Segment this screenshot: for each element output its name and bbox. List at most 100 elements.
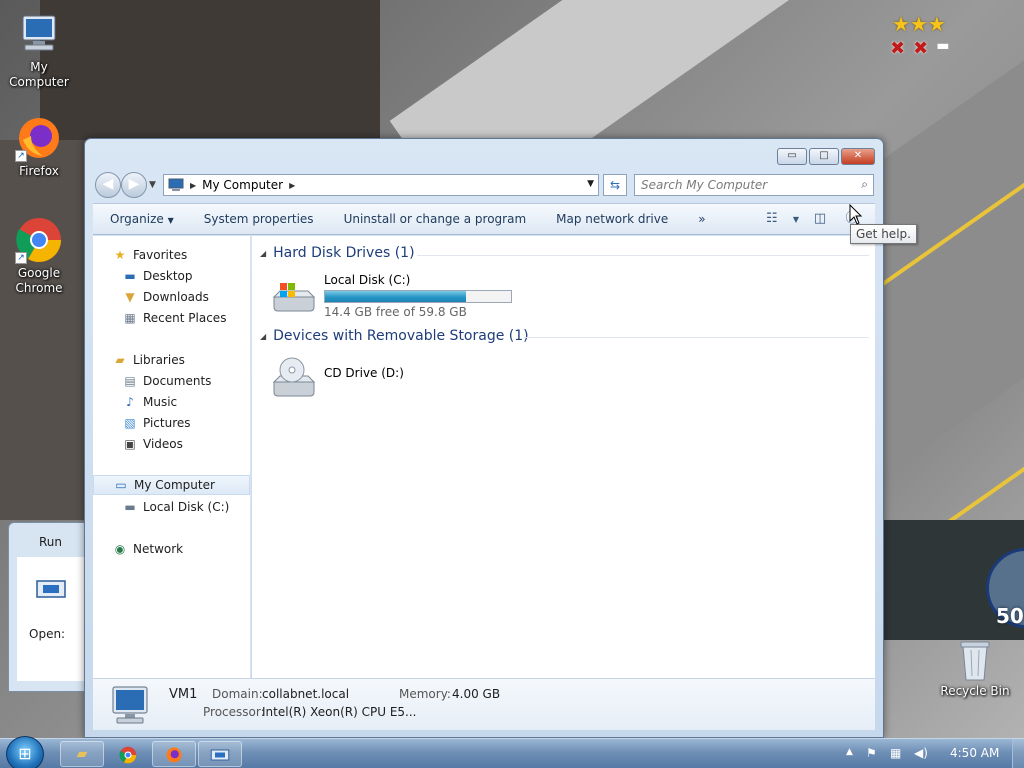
- breadcrumb-arrow-icon[interactable]: ▶: [190, 181, 196, 190]
- nav-label: Favorites: [133, 248, 188, 262]
- breadcrumb-my-computer[interactable]: My Computer: [202, 178, 283, 192]
- firefox-icon: ↗: [15, 114, 63, 162]
- collapse-triangle-icon[interactable]: ◢: [260, 332, 266, 341]
- nav-local-disk[interactable]: ▬ Local Disk (C:): [93, 497, 250, 517]
- wallpaper-building: [40, 0, 380, 140]
- desktop-icon-firefox[interactable]: ↗ Firefox: [2, 114, 76, 179]
- window-controls: ▭ □ ✕: [777, 148, 875, 165]
- hard-drive-icon: ▬: [124, 500, 136, 514]
- hud-car-icon: ▬: [936, 38, 950, 54]
- address-bar[interactable]: ▶ My Computer ▶ ▼: [163, 174, 599, 196]
- nav-libraries[interactable]: ▰ Libraries: [93, 350, 250, 370]
- libraries-icon: ▰: [115, 353, 125, 367]
- memory-label: Memory:: [399, 687, 451, 701]
- run-icon: [36, 580, 66, 598]
- back-arrow-icon: ◀: [102, 176, 114, 192]
- disk-usage-fill: [325, 291, 467, 302]
- back-button[interactable]: ◀: [95, 172, 121, 198]
- refresh-icon: ⇆: [609, 178, 621, 192]
- nav-network[interactable]: ◉ Network: [93, 539, 250, 559]
- hud-icons: ✖ ✖ ▬: [890, 38, 949, 59]
- preview-pane-icon[interactable]: ◫: [809, 210, 831, 228]
- taskbar-chrome[interactable]: [106, 741, 150, 767]
- taskbar-firefox[interactable]: [152, 741, 196, 767]
- firefox-icon: [166, 747, 182, 763]
- show-hidden-icons-icon[interactable]: ▲: [846, 747, 853, 757]
- forward-button[interactable]: ▶: [121, 172, 147, 198]
- nav-pictures[interactable]: ▧ Pictures: [93, 413, 250, 433]
- system-properties-button[interactable]: System properties: [189, 212, 329, 226]
- maximize-button[interactable]: □: [809, 148, 839, 165]
- group-title: Devices with Removable Storage (1): [273, 328, 529, 344]
- more-commands-button[interactable]: »: [683, 212, 720, 226]
- desktop-icon-recycle-bin[interactable]: Recycle Bin: [940, 638, 1010, 699]
- recent-pages-dropdown-icon[interactable]: ▼: [149, 180, 156, 190]
- minimize-button[interactable]: ▭: [777, 148, 807, 165]
- explorer-window[interactable]: ▭ □ ✕ ◀ ▶ ▼ ▶ My Computer ▶ ▼ ⇆ Search M…: [84, 138, 884, 738]
- downloads-folder-icon: ▼: [125, 290, 135, 304]
- navigation-pane: ★ Favorites ▬ Desktop ▼ Downloads ▦ Rece…: [93, 236, 251, 678]
- search-input[interactable]: Search My Computer ⌕: [634, 174, 874, 196]
- nav-label: Local Disk (C:): [143, 500, 230, 514]
- nav-videos[interactable]: ▣ Videos: [93, 434, 250, 454]
- drive-local-disk-c[interactable]: Local Disk (C:) 14.4 GB free of 59.8 GB: [270, 273, 512, 319]
- view-controls: ☷ ▼ ◫ ⓘ: [761, 210, 863, 228]
- group-hard-disk-drives[interactable]: ◢ Hard Disk Drives (1): [260, 245, 415, 261]
- nav-music[interactable]: ♪ Music: [93, 392, 250, 412]
- start-button[interactable]: ⊞: [6, 736, 44, 768]
- uninstall-program-button[interactable]: Uninstall or change a program: [329, 212, 542, 226]
- taskbar-explorer[interactable]: ▰: [60, 741, 104, 767]
- breadcrumb-arrow-icon[interactable]: ▶: [289, 181, 295, 190]
- disk-usage-bar: [324, 290, 512, 303]
- forward-arrow-icon: ▶: [128, 176, 140, 192]
- taskbar-run[interactable]: [198, 741, 242, 767]
- run-dialog-title: Run: [39, 535, 63, 549]
- desktop-icon-my-computer[interactable]: My Computer: [2, 10, 76, 90]
- nav-desktop[interactable]: ▬ Desktop: [93, 266, 250, 286]
- refresh-button[interactable]: ⇆: [603, 174, 627, 196]
- desktop-icon-chrome[interactable]: ↗ Google Chrome: [2, 216, 76, 296]
- network-tray-icon[interactable]: ▦: [890, 746, 901, 760]
- action-center-icon[interactable]: ⚑: [866, 746, 877, 760]
- search-icon[interactable]: ⌕: [861, 177, 868, 192]
- drive-cd-d[interactable]: CD Drive (D:): [270, 356, 404, 400]
- change-view-icon[interactable]: ☷: [761, 210, 783, 228]
- show-desktop-button[interactable]: [1012, 739, 1024, 768]
- collapse-triangle-icon[interactable]: ◢: [260, 249, 266, 258]
- processor-label: Processor:: [203, 705, 265, 719]
- run-icon: [210, 749, 230, 761]
- domain-value: collabnet.local: [262, 687, 350, 701]
- nav-my-computer[interactable]: ▭ My Computer: [93, 475, 250, 495]
- hud-radar-text: 50: [996, 604, 1024, 628]
- computer-icon: ▭: [115, 478, 127, 492]
- processor-value: Intel(R) Xeon(R) CPU E5...: [262, 705, 417, 719]
- address-dropdown-icon[interactable]: ▼: [587, 179, 594, 189]
- nav-label: Libraries: [133, 353, 185, 367]
- nav-label: Network: [133, 542, 184, 556]
- star-icon: ★: [114, 248, 126, 262]
- nav-downloads[interactable]: ▼ Downloads: [93, 287, 250, 307]
- taskbar-clock[interactable]: 4:50 AM: [950, 746, 999, 760]
- desktop-icon-label: Google Chrome: [15, 266, 63, 295]
- map-network-drive-button[interactable]: Map network drive: [541, 212, 683, 226]
- hud-x-icon: ✖: [913, 38, 929, 59]
- volume-icon[interactable]: ◀): [914, 746, 928, 760]
- chrome-icon: ↗: [15, 216, 63, 264]
- nav-label: Recent Places: [143, 311, 227, 325]
- drive-name: Local Disk (C:): [324, 273, 411, 287]
- folder-icon: ▰: [76, 746, 88, 762]
- hud-x-icon: ✖: [890, 38, 906, 59]
- computer-name: VM1: [169, 687, 198, 702]
- view-dropdown-icon[interactable]: ▼: [793, 215, 799, 224]
- nav-recent-places[interactable]: ▦ Recent Places: [93, 308, 250, 328]
- computer-icon: [15, 10, 63, 58]
- computer-icon: [168, 178, 184, 191]
- close-button[interactable]: ✕: [841, 148, 875, 165]
- nav-documents[interactable]: ▤ Documents: [93, 371, 250, 391]
- nav-favorites[interactable]: ★ Favorites: [93, 245, 250, 265]
- group-removable-storage[interactable]: ◢ Devices with Removable Storage (1): [260, 328, 529, 344]
- taskbar: ⊞ ▰ ▲ ⚑ ▦ ◀) 4:50 AM: [0, 736, 1024, 768]
- memory-value: 4.00 GB: [452, 687, 501, 701]
- desktop-icon-label: Firefox: [19, 164, 59, 178]
- organize-button[interactable]: Organize ▼: [93, 212, 189, 226]
